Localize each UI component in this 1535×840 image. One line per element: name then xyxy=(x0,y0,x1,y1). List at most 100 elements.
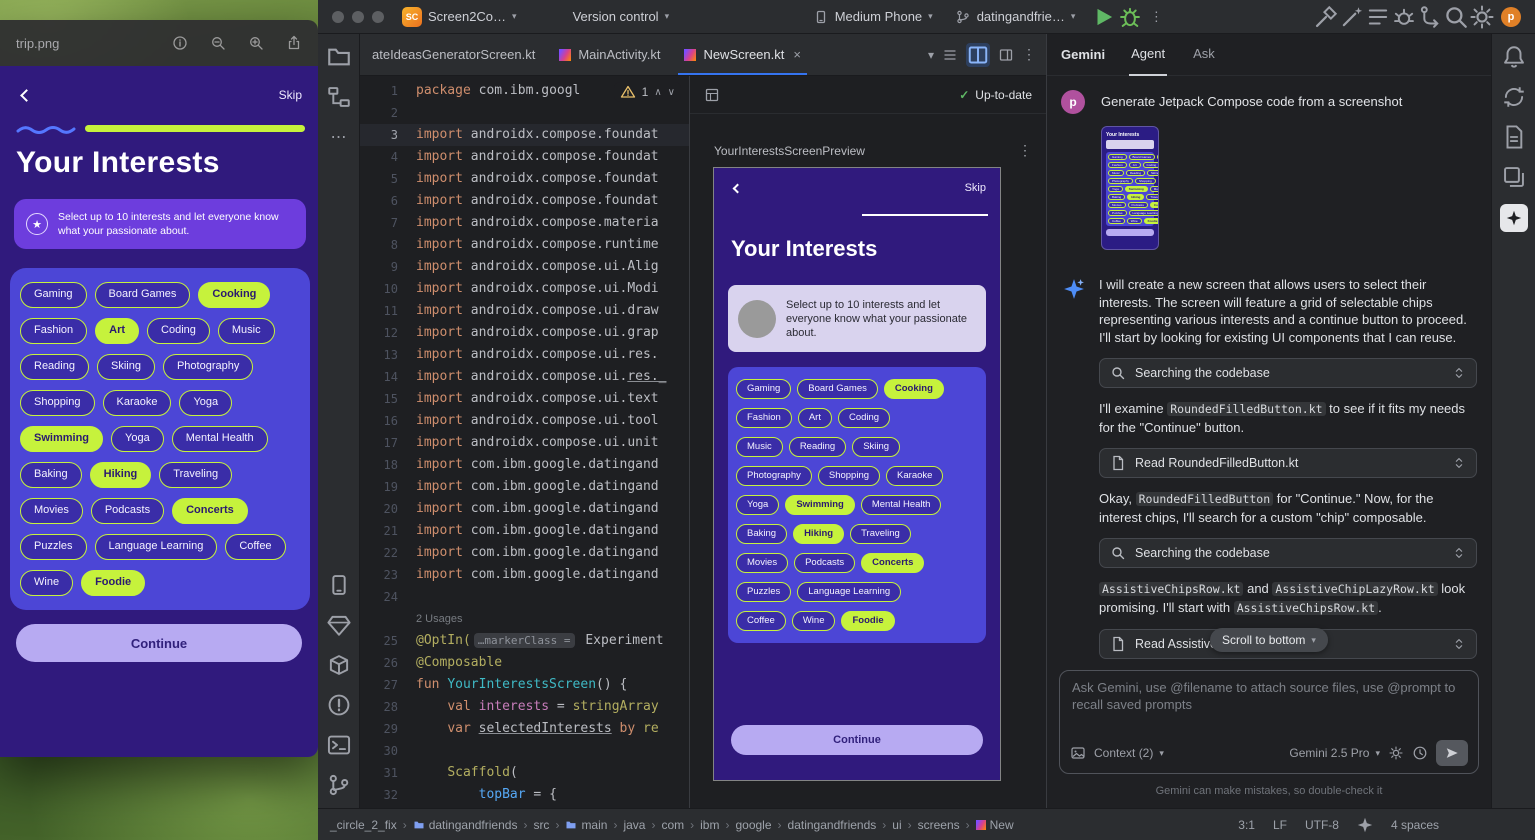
line-number[interactable]: 25 xyxy=(360,630,416,652)
more-icon[interactable]: ⋯ xyxy=(326,124,352,150)
tab-mainactivity[interactable]: MainActivity.kt xyxy=(547,34,672,75)
line-number[interactable]: 6 xyxy=(360,190,416,212)
image-icon[interactable] xyxy=(1070,745,1086,761)
line-number[interactable]: 23 xyxy=(360,564,416,586)
line-number[interactable]: 19 xyxy=(360,476,416,498)
branch-selector[interactable]: datingandfrie… ▾ xyxy=(955,9,1076,25)
gemini-sparkle-icon[interactable] xyxy=(1500,204,1528,232)
breadcrumb-ui[interactable]: ui xyxy=(892,818,901,832)
screenshot-thumbnail[interactable]: Your Interests GamingBoard GamesCookingF… xyxy=(1101,126,1159,250)
list-icon[interactable] xyxy=(1365,4,1391,30)
structure-icon[interactable] xyxy=(326,84,352,110)
run-button[interactable] xyxy=(1091,4,1117,30)
preview-layout-icon[interactable] xyxy=(704,87,720,103)
breadcrumb-google[interactable]: google xyxy=(735,818,771,832)
inspections-widget[interactable]: 1 ∧ ∨ xyxy=(614,82,681,102)
breadcrumb-datingandfriends[interactable]: datingandfriends xyxy=(788,818,877,832)
line-number[interactable]: 17 xyxy=(360,432,416,454)
gem-icon[interactable] xyxy=(326,612,352,638)
line-number[interactable]: 7 xyxy=(360,212,416,234)
preview-more-icon[interactable]: ⋮ xyxy=(1018,142,1032,159)
tool-call-searching-the-codebase[interactable]: Searching the codebase xyxy=(1099,538,1477,568)
minimize-window-icon[interactable] xyxy=(352,11,364,23)
previous-issue-icon[interactable]: ∧ xyxy=(654,87,661,98)
caret-position[interactable]: 3:1 xyxy=(1238,818,1255,832)
breadcrumb-new[interactable]: New xyxy=(976,818,1014,832)
list-view-icon[interactable] xyxy=(942,47,958,63)
gemini-input[interactable] xyxy=(1072,679,1466,723)
sync-icon[interactable] xyxy=(1501,84,1527,110)
line-number[interactable]: 1 xyxy=(360,80,416,102)
bell-icon[interactable] xyxy=(1501,44,1527,70)
zoom-out-icon[interactable] xyxy=(210,35,226,51)
line-number[interactable]: 11 xyxy=(360,300,416,322)
line-number[interactable]: 22 xyxy=(360,542,416,564)
search-icon[interactable] xyxy=(1443,4,1469,30)
tool-call-searching-the-codebase[interactable]: Searching the codebase xyxy=(1099,358,1477,388)
share-icon[interactable] xyxy=(286,35,302,51)
send-button[interactable] xyxy=(1436,740,1468,766)
line-number[interactable]: 16 xyxy=(360,410,416,432)
line-number[interactable]: 31 xyxy=(360,762,416,784)
history-icon[interactable] xyxy=(1412,745,1428,761)
more-actions-icon[interactable]: ⋮ xyxy=(1022,46,1036,63)
vcs-widget[interactable]: Version control ▾ xyxy=(573,9,670,24)
line-number[interactable]: 18 xyxy=(360,454,416,476)
split-right-icon[interactable] xyxy=(998,47,1014,63)
screwdriver-icon[interactable] xyxy=(1313,4,1339,30)
line-number[interactable]: 32 xyxy=(360,784,416,806)
close-tab-icon[interactable]: × xyxy=(793,47,801,62)
zoom-in-icon[interactable] xyxy=(248,35,264,51)
more-actions-icon[interactable]: ⋮ xyxy=(1143,4,1169,30)
split-editor-active-icon[interactable] xyxy=(966,43,990,67)
maximize-window-icon[interactable] xyxy=(372,11,384,23)
tab-ask[interactable]: Ask xyxy=(1191,34,1217,76)
breadcrumb-com[interactable]: com xyxy=(661,818,684,832)
merge-icon[interactable] xyxy=(1417,4,1443,30)
tab-dateideasgeneratorscreen[interactable]: ateIdeasGeneratorScreen.kt xyxy=(360,34,547,75)
line-number[interactable]: 4 xyxy=(360,146,416,168)
breadcrumb--circle-2-fix[interactable]: _circle_2_fix xyxy=(330,818,397,832)
line-number[interactable]: 30 xyxy=(360,740,416,762)
device-manager-icon[interactable] xyxy=(326,572,352,598)
expand-stepper-icon[interactable] xyxy=(1452,456,1466,470)
debug-button[interactable] xyxy=(1117,4,1143,30)
bug-gear-icon[interactable] xyxy=(1391,4,1417,30)
scroll-to-bottom-button[interactable]: Scroll to bottom ▾ xyxy=(1210,628,1328,652)
tab-newscreen[interactable]: NewScreen.kt × xyxy=(672,34,813,75)
user-avatar[interactable]: p xyxy=(1501,7,1521,27)
context-selector[interactable]: Context (2) ▾ xyxy=(1094,746,1164,760)
next-issue-icon[interactable]: ∨ xyxy=(668,87,675,98)
line-number[interactable]: 9 xyxy=(360,256,416,278)
settings-icon[interactable] xyxy=(1388,745,1404,761)
expand-stepper-icon[interactable] xyxy=(1452,546,1466,560)
project-selector[interactable]: SC Screen2Co… ▾ xyxy=(402,7,517,27)
edit-document-icon[interactable] xyxy=(1501,124,1527,150)
line-number[interactable]: 13 xyxy=(360,344,416,366)
expand-stepper-icon[interactable] xyxy=(1452,637,1466,651)
breadcrumb-java[interactable]: java xyxy=(623,818,645,832)
breadcrumb-ibm[interactable]: ibm xyxy=(700,818,719,832)
line-number[interactable]: 29 xyxy=(360,718,416,740)
line-number[interactable]: 2 xyxy=(360,102,416,124)
problems-icon[interactable] xyxy=(326,692,352,718)
line-number[interactable]: 12 xyxy=(360,322,416,344)
indent-setting[interactable]: 4 spaces xyxy=(1391,818,1439,832)
line-number[interactable]: 26 xyxy=(360,652,416,674)
file-encoding[interactable]: UTF-8 xyxy=(1305,818,1339,832)
chevron-down-icon[interactable]: ▾ xyxy=(928,48,934,62)
device-selector[interactable]: Medium Phone ▾ xyxy=(813,9,933,25)
git-branch-icon[interactable] xyxy=(326,772,352,798)
line-number[interactable]: 3 xyxy=(360,124,416,146)
line-ending[interactable]: LF xyxy=(1273,818,1287,832)
line-number[interactable]: 20 xyxy=(360,498,416,520)
close-window-icon[interactable] xyxy=(332,11,344,23)
line-number[interactable]: 27 xyxy=(360,674,416,696)
line-number[interactable]: 24 xyxy=(360,586,416,608)
line-number[interactable]: 5 xyxy=(360,168,416,190)
line-number[interactable]: 21 xyxy=(360,520,416,542)
code-editor[interactable]: 1 ∧ ∨ 1package com.ibm.googl23import and… xyxy=(360,76,690,808)
sparkle-icon[interactable] xyxy=(1357,817,1373,833)
wand-icon[interactable] xyxy=(1339,4,1365,30)
package-icon[interactable] xyxy=(326,652,352,678)
